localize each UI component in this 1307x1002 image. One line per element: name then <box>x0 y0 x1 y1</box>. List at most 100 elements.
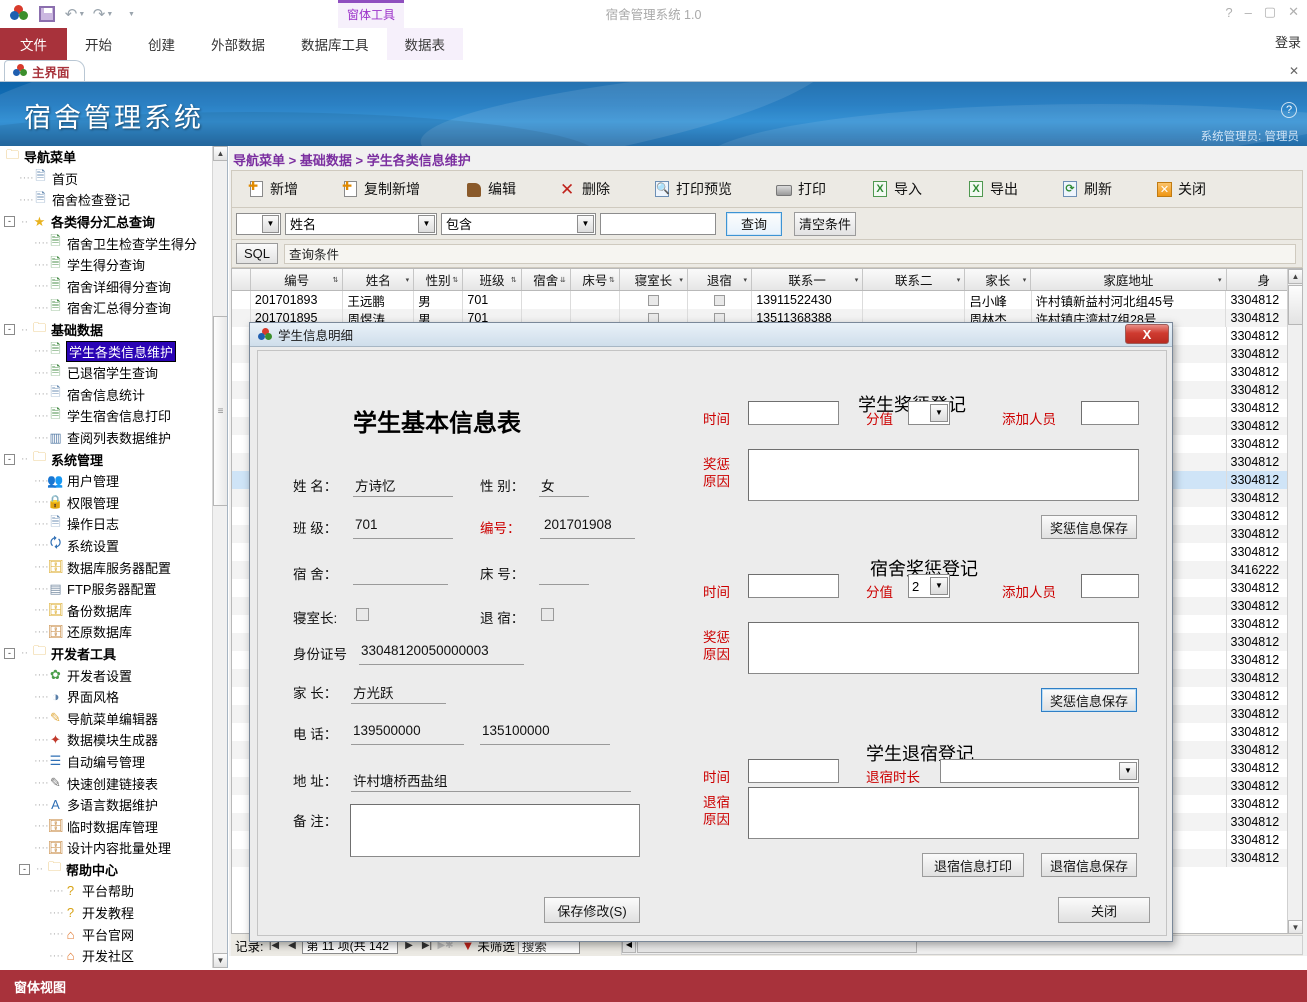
name-value[interactable]: 方诗忆 <box>355 475 396 495</box>
grid-column-header-6[interactable]: 寝室长 ▾ <box>620 269 688 290</box>
sidebar-scroll-up-icon[interactable]: ▲ <box>213 146 227 161</box>
column-filter-icon[interactable]: ⇅ <box>609 276 615 284</box>
sidebar-scroll-down-icon[interactable]: ▼ <box>213 953 227 968</box>
action-toolbar[interactable]: ✚ 新增 ✚ 复制新增 编辑 ✕ 删除 🔍 打印预览 打印 X 导入 X 导出 … <box>231 170 1303 208</box>
toolbar-button-copy-add[interactable]: ✚ 复制新增 <box>336 179 426 199</box>
maximize-icon[interactable]: ▢ <box>1264 4 1276 20</box>
sidebar-item-3[interactable]: - ·· ★ 各类得分汇总查询 <box>0 211 227 233</box>
idcard-value[interactable]: 33048120050000003 <box>361 643 489 658</box>
column-filter-icon[interactable]: ▾ <box>1023 276 1027 284</box>
section-2-time-input[interactable] <box>748 574 839 598</box>
sidebar-item-17[interactable]: ···· 🗎 操作日志 <box>0 513 227 535</box>
section-3-time-input[interactable] <box>748 759 839 783</box>
toolbar-button-print[interactable]: 打印 <box>770 179 832 199</box>
sql-button[interactable]: SQL <box>236 243 278 264</box>
sidebar-item-2[interactable]: ···· 🗎 宿舍检查登记 <box>0 189 227 211</box>
sidebar-item-8[interactable]: - ·· 🗀 基础数据 <box>0 319 227 341</box>
sidebar-item-34[interactable]: ····? 平台帮助 <box>0 880 227 902</box>
table-cell[interactable]: 男 <box>414 291 464 309</box>
toolbar-button-refresh[interactable]: ⟳ 刷新 <box>1056 179 1118 199</box>
section-3-save-button[interactable]: 退宿信息保存 <box>1041 853 1137 877</box>
section-2-adder-input[interactable] <box>1081 574 1139 598</box>
section-1-time-input[interactable] <box>748 401 839 425</box>
breadcrumb-item-0[interactable]: 导航菜单 <box>233 153 285 168</box>
dialog-close-footer-button[interactable]: 关闭 <box>1058 897 1150 923</box>
guardian-value[interactable]: 方光跃 <box>353 682 394 702</box>
section-1-reason-textarea[interactable] <box>748 449 1139 501</box>
sidebar-item-20[interactable]: ···· ▤ FTP服务器配置 <box>0 578 227 600</box>
column-filter-icon[interactable]: ▾ <box>743 276 747 284</box>
ribbon-tabs[interactable]: 文件 开始 创建 外部数据 数据库工具 数据表 <box>0 28 1307 60</box>
table-cell[interactable] <box>863 291 966 309</box>
sidebar-item-19[interactable]: ···· 🗄 数据库服务器配置 <box>0 556 227 578</box>
sidebar-item-12[interactable]: ···· 🗎 学生宿舍信息打印 <box>0 405 227 427</box>
filter-keyword-input[interactable] <box>600 212 716 235</box>
dorm-leader-checkbox[interactable] <box>356 608 369 621</box>
grid-column-header-8[interactable]: 联系一 ▾ <box>752 269 864 290</box>
column-filter-icon[interactable]: ⇊ <box>560 276 566 284</box>
grid-column-header-1[interactable]: 姓名 ▾ <box>343 269 415 290</box>
grid-column-header-5[interactable]: 床号 ⇅ <box>571 269 620 290</box>
column-filter-icon[interactable]: ▾ <box>679 276 683 284</box>
filter-logic-select[interactable]: ▼ <box>236 212 281 235</box>
section-3-print-button[interactable]: 退宿信息打印 <box>922 853 1024 877</box>
grid-scroll-down-icon[interactable]: ▼ <box>1288 920 1302 933</box>
help-icon[interactable]: ? <box>1225 5 1232 20</box>
table-cell[interactable] <box>522 291 572 309</box>
row-selector[interactable] <box>232 291 251 309</box>
column-filter-icon[interactable]: ⇅ <box>452 276 458 284</box>
tree-expander-icon[interactable]: - <box>19 863 30 875</box>
sidebar-item-14[interactable]: - ·· 🗀 系统管理 <box>0 448 227 470</box>
chevron-down-icon[interactable]: ▼ <box>262 214 279 233</box>
sidebar-item-4[interactable]: ···· 🗎 宿舍卫生检查学生得分 <box>0 232 227 254</box>
table-cell[interactable] <box>688 291 753 309</box>
section-3-duration-select[interactable]: ▼ <box>940 759 1139 783</box>
sidebar-item-25[interactable]: ···· ◑ 界面风格 <box>0 686 227 708</box>
sidebar-item-26[interactable]: ···· ✎ 导航菜单编辑器 <box>0 707 227 729</box>
chevron-down-icon[interactable]: ▼ <box>577 214 594 233</box>
table-cell[interactable] <box>620 291 689 309</box>
table-row[interactable]: 201701893 王远鹏男 701 13911522430 吕小峰 许村镇新益村河北组4… <box>232 291 1302 309</box>
sidebar-item-5[interactable]: ···· 🗎 学生得分查询 <box>0 254 227 276</box>
toolbar-button-add[interactable]: ✚ 新增 <box>242 179 304 199</box>
note-textarea[interactable] <box>350 804 640 857</box>
sidebar-item-28[interactable]: ···· ☰ 自动编号管理 <box>0 751 227 773</box>
column-filter-icon[interactable]: ⇅ <box>511 276 517 284</box>
minimize-icon[interactable]: – <box>1245 5 1252 20</box>
sidebar-scroll-thumb[interactable] <box>213 316 227 506</box>
sidebar-item-30[interactable]: ···· A 多语言数据维护 <box>0 794 227 816</box>
toolbar-button-export[interactable]: X 导出 <box>962 179 1024 199</box>
tree-expander-icon[interactable]: - <box>4 647 15 659</box>
section-1-save-button[interactable]: 奖惩信息保存 <box>1041 515 1137 539</box>
table-cell[interactable]: 许村镇新益村河北组45号 <box>1032 291 1227 309</box>
sidebar-item-0[interactable]: 🗀 导航菜单 <box>0 146 227 168</box>
document-tab-close-icon[interactable]: ✕ <box>1289 64 1299 78</box>
sidebar-item-36[interactable]: ···· ⌂ 平台官网 <box>0 923 227 945</box>
tree-expander-icon[interactable]: - <box>4 453 15 465</box>
section-1-adder-input[interactable] <box>1081 401 1139 425</box>
grid-column-header-2[interactable]: 性别 ⇅ <box>414 269 464 290</box>
sidebar-item-37[interactable]: ···· ⌂ 开发社区 <box>0 945 227 967</box>
sidebar-item-15[interactable]: ···· 👥 用户管理 <box>0 470 227 492</box>
toolbar-button-delete[interactable]: ✕ 删除 <box>554 179 616 199</box>
close-icon[interactable]: ✕ <box>1288 4 1299 20</box>
dialog-title-bar[interactable]: 学生信息明细 X <box>250 323 1172 347</box>
column-filter-icon[interactable]: ▾ <box>957 276 961 284</box>
grid-vertical-scrollbar[interactable]: ▲ ▼ <box>1287 269 1302 933</box>
grid-column-header-4[interactable]: 宿舍 ⇊ <box>522 269 571 290</box>
row-checkbox[interactable] <box>714 294 726 306</box>
dialog-save-button[interactable]: 保存修改(S) <box>544 897 640 923</box>
class-value[interactable]: 701 <box>355 517 378 532</box>
grid-select-all-corner[interactable] <box>232 269 251 290</box>
table-cell[interactable]: 201701893 <box>251 291 344 309</box>
filter-bar[interactable]: ▼ 姓名 ▼ 包含 ▼ 查询 清空条件 <box>231 208 1303 240</box>
sidebar-scrollbar[interactable]: ▲ ▼ <box>212 146 227 968</box>
grid-scroll-thumb[interactable] <box>1288 285 1302 325</box>
toolbar-button-import[interactable]: X 导入 <box>866 179 928 199</box>
sidebar-item-31[interactable]: ···· 🗄 临时数据库管理 <box>0 815 227 837</box>
navigation-tree[interactable]: 🗀 导航菜单 ···· 🗎 首页 ···· 🗎 宿舍检查登记 - ·· ★ 各类得分汇总查询 ···· 🗎… <box>0 146 227 967</box>
sidebar-item-18[interactable]: ···· 🗘 系统设置 <box>0 535 227 557</box>
table-cell[interactable] <box>571 291 621 309</box>
sidebar-item-21[interactable]: ···· 🗄 备份数据库 <box>0 599 227 621</box>
column-filter-icon[interactable]: ▾ <box>855 276 859 284</box>
